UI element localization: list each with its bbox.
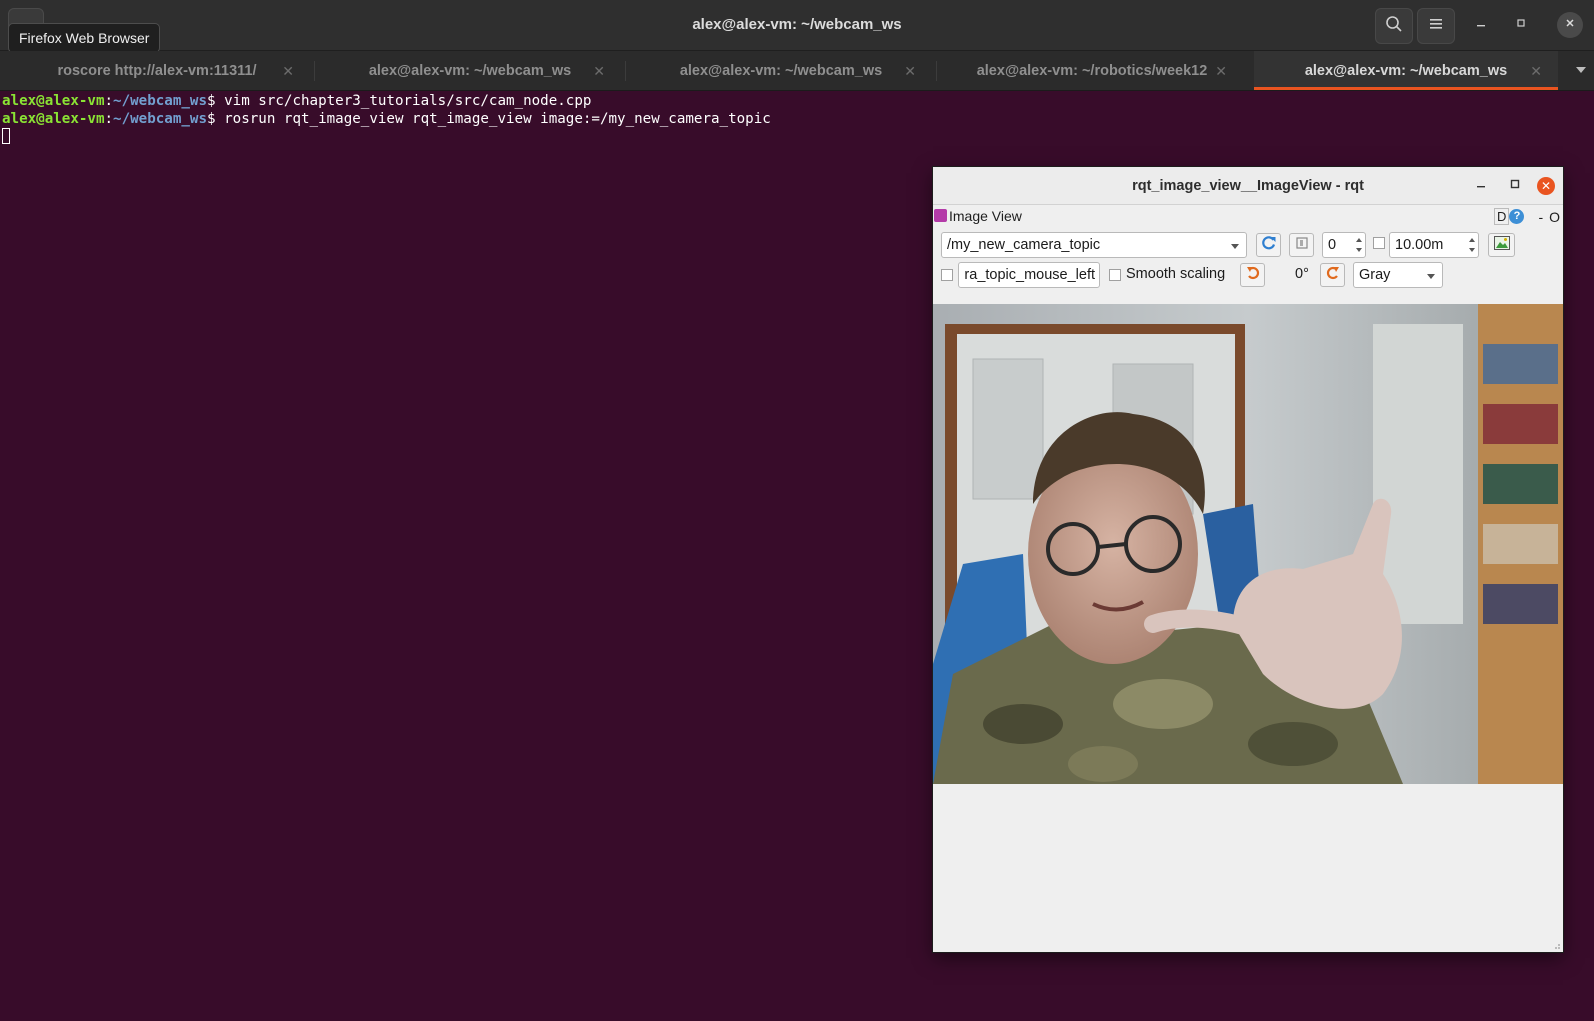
plugin-header-controls: D ? - O (1494, 208, 1560, 225)
close-icon (1564, 16, 1576, 34)
rqt-window-title: rqt_image_view__ImageView - rqt (1132, 178, 1364, 194)
prompt-symbol: $ (207, 111, 216, 127)
tab-roscore[interactable]: roscore http://alex-vm:11311/ ✕ (0, 51, 314, 90)
topic-value: /my_new_camera_topic (947, 237, 1101, 253)
terminal-line: alex@alex-vm:~/webcam_ws$ vim src/chapte… (2, 92, 902, 110)
tab-label: alex@alex-vm: ~/webcam_ws (368, 62, 572, 79)
maximize-icon (1509, 177, 1521, 195)
tab-robotics-week12[interactable]: alex@alex-vm: ~/robotics/week12 ✕ (937, 51, 1247, 90)
max-range-value: 10.00m (1395, 237, 1444, 253)
zoom-icon (1295, 236, 1309, 255)
terminal-output[interactable]: alex@alex-vm:~/webcam_ws$ vim src/chapte… (2, 92, 902, 146)
close-plugin-button[interactable]: O (1549, 209, 1560, 225)
tab-label: alex@alex-vm: ~/webcam_ws (679, 62, 883, 79)
terminal-cursor (2, 128, 10, 144)
terminal-line: alex@alex-vm:~/webcam_ws$ rosrun rqt_ima… (2, 110, 902, 128)
prompt-user: alex@alex-vm (2, 111, 105, 127)
rqt-minimize-button[interactable] (1471, 176, 1491, 196)
rotation-label: 0° (1295, 266, 1309, 282)
prompt-separator: : (104, 111, 114, 127)
rqt-maximize-button[interactable] (1505, 176, 1525, 196)
max-range-spinbox[interactable]: 10.00m (1389, 232, 1479, 258)
close-button[interactable] (1557, 12, 1583, 38)
spin-down-icon[interactable] (1356, 248, 1362, 252)
spin-down-icon[interactable] (1469, 248, 1475, 252)
command-text: rosrun rqt_image_view rqt_image_view ima… (224, 111, 771, 127)
plugin-header: Image View D ? - O (933, 205, 1563, 227)
spin-up-icon[interactable] (1356, 238, 1362, 242)
rqt-window: rqt_image_view__ImageView - rqt ✕ Image … (933, 167, 1563, 952)
dynamic-range-checkbox[interactable] (1373, 237, 1385, 249)
prompt-path: ~/webcam_ws (113, 111, 208, 127)
webcam-frame (933, 304, 1563, 784)
dock-label: D (1497, 209, 1507, 224)
tab-webcam-ws-2[interactable]: alex@alex-vm: ~/webcam_ws ✕ (626, 51, 936, 90)
num-gridlines-value: 0 (1328, 237, 1337, 253)
rqt-close-button[interactable]: ✕ (1537, 177, 1555, 195)
close-icon[interactable]: ✕ (282, 63, 294, 80)
tab-bar: roscore http://alex-vm:11311/ ✕ alex@ale… (0, 51, 1594, 91)
smooth-scaling-label: Smooth scaling (1126, 266, 1226, 282)
publish-mouse-checkbox[interactable] (941, 269, 953, 281)
tab-webcam-ws-active[interactable]: alex@alex-vm: ~/webcam_ws ✕ (1254, 51, 1558, 90)
mouse-topic-input[interactable]: ra_topic_mouse_left (958, 262, 1100, 288)
camera-image[interactable] (933, 304, 1563, 784)
chevron-down-icon[interactable] (1576, 67, 1586, 73)
rotate-left-icon (1245, 265, 1261, 286)
dock-button[interactable]: D (1494, 208, 1510, 225)
prompt-user: alex@alex-vm (2, 93, 105, 109)
prompt-path: ~/webcam_ws (113, 93, 208, 109)
tooltip: Firefox Web Browser (8, 23, 161, 53)
chevron-down-icon (1427, 274, 1435, 279)
save-image-icon (1493, 235, 1511, 256)
rotate-right-icon (1325, 265, 1341, 286)
resize-grip-icon[interactable] (1553, 942, 1561, 950)
rqt-titlebar[interactable]: rqt_image_view__ImageView - rqt ✕ (933, 167, 1563, 205)
hamburger-menu-icon (1428, 17, 1444, 36)
topic-select[interactable]: /my_new_camera_topic (941, 232, 1247, 258)
spin-up-icon[interactable] (1469, 238, 1475, 242)
close-icon[interactable]: ✕ (1530, 63, 1542, 80)
save-image-button[interactable] (1488, 233, 1515, 257)
close-icon[interactable]: ✕ (593, 63, 605, 80)
terminal-line (2, 128, 902, 146)
terminal-titlebar: alex@alex-vm: ~/webcam_ws (0, 0, 1594, 51)
refresh-icon (1261, 235, 1277, 256)
color-scheme-select[interactable]: Gray (1353, 262, 1443, 288)
tab-label: alex@alex-vm: ~/webcam_ws (1304, 62, 1508, 79)
search-icon (1385, 15, 1403, 38)
prompt-symbol: $ (207, 93, 216, 109)
num-gridlines-spinbox[interactable]: 0 (1322, 232, 1366, 258)
tab-webcam-ws-1[interactable]: alex@alex-vm: ~/webcam_ws ✕ (315, 51, 625, 90)
rotate-left-button[interactable] (1240, 263, 1265, 287)
plugin-title: Image View (949, 208, 1022, 224)
tab-label: alex@alex-vm: ~/robotics/week12 (976, 62, 1208, 79)
chevron-down-icon (1231, 244, 1239, 249)
maximize-button[interactable] (1510, 14, 1532, 36)
image-view-plugin-icon (934, 209, 947, 222)
tab-label: roscore http://alex-vm:11311/ (57, 62, 257, 79)
mouse-topic-value: ra_topic_mouse_left (964, 267, 1095, 283)
minimize-icon (1475, 16, 1487, 34)
hamburger-menu-button[interactable] (1417, 8, 1455, 44)
refresh-topics-button[interactable] (1256, 233, 1281, 257)
close-icon[interactable]: ✕ (1215, 63, 1227, 80)
help-icon[interactable]: ? (1509, 209, 1525, 224)
color-scheme-value: Gray (1359, 267, 1391, 283)
search-button[interactable] (1375, 8, 1413, 44)
window-title: alex@alex-vm: ~/webcam_ws (692, 16, 902, 33)
close-icon: ✕ (1540, 179, 1552, 193)
zoom-button[interactable] (1289, 233, 1314, 257)
minimize-plugin-button[interactable]: - (1538, 209, 1543, 225)
rotate-right-button[interactable] (1320, 263, 1345, 287)
minimize-button[interactable] (1470, 14, 1492, 36)
prompt-separator: : (104, 93, 114, 109)
command-text: vim src/chapter3_tutorials/src/cam_node.… (224, 93, 592, 109)
close-icon[interactable]: ✕ (904, 63, 916, 80)
maximize-icon (1515, 16, 1527, 34)
smooth-scaling-checkbox[interactable] (1109, 269, 1121, 281)
minimize-icon (1475, 177, 1487, 195)
